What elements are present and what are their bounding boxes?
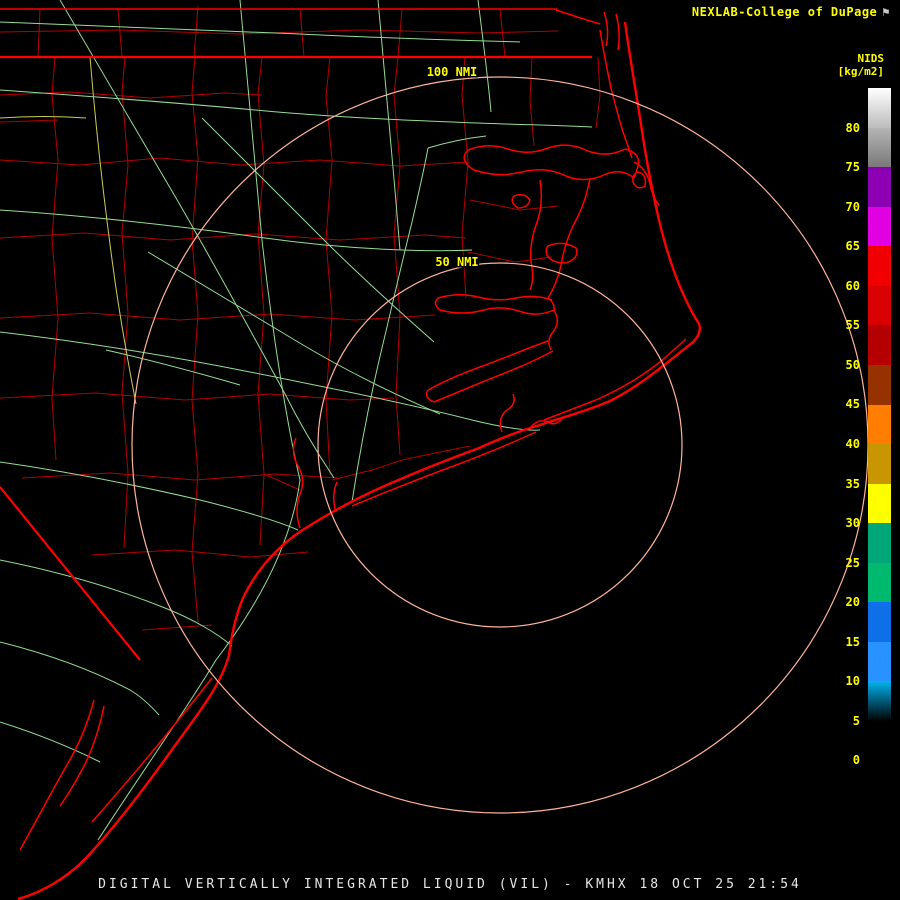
colorbar-tick-label: 5 [853, 714, 860, 728]
colorbar-tick-label: 80 [846, 121, 860, 135]
colorbar-segment [868, 523, 891, 563]
range-ring-label-50: 50 NMI [435, 255, 478, 269]
map-svg: 50 NMI 100 NMI [0, 0, 900, 900]
colorbar-tick-label: 15 [846, 635, 860, 649]
colorbar-tick-label: 60 [846, 279, 860, 293]
colorbar-title-block: NIDS [kg/m2] [838, 52, 884, 78]
colorbar-tick-label: 35 [846, 477, 860, 491]
colorbar-segment [868, 88, 891, 128]
attribution-text: NEXLAB-College of DuPage [692, 5, 877, 19]
colorbar-labels: 80757065605550454035302520151050 [826, 88, 860, 800]
colorbar [868, 88, 891, 800]
colorbar-segment [868, 642, 891, 682]
colorbar-segment [868, 484, 891, 524]
colorbar-tick-label: 25 [846, 556, 860, 570]
colorbar-tick-label: 55 [846, 318, 860, 332]
footer-caption: DIGITAL VERTICALLY INTEGRATED LIQUID (VI… [0, 877, 900, 892]
colorbar-segment [868, 444, 891, 484]
colorbar-segment [868, 128, 891, 168]
cod-flag-icon: ⚑ [882, 5, 890, 19]
range-ring-label-100: 100 NMI [427, 65, 478, 79]
range-ring-100nmi [132, 77, 868, 813]
colorbar-segment [868, 365, 891, 405]
colorbar-segment [868, 167, 891, 207]
product-units: [kg/m2] [838, 65, 884, 78]
colorbar-tick-label: 10 [846, 674, 860, 688]
colorbar-tick-label: 40 [846, 437, 860, 451]
colorbar-segment [868, 761, 891, 801]
colorbar-segment [868, 681, 891, 721]
colorbar-segment [868, 602, 891, 642]
colorbar-segment [868, 563, 891, 603]
colorbar-segment [868, 246, 891, 286]
colorbar-segment [868, 721, 891, 761]
colorbar-segment [868, 325, 891, 365]
radar-display: 50 NMI 100 NMI NEXLAB-College of DuPage … [0, 0, 900, 900]
colorbar-segment [868, 286, 891, 326]
colorbar-tick-label: 45 [846, 397, 860, 411]
attribution-bar: NEXLAB-College of DuPage ⚑ [692, 5, 890, 19]
roads-layer [0, 0, 592, 840]
colorbar-tick-label: 30 [846, 516, 860, 530]
colorbar-tick-label: 70 [846, 200, 860, 214]
colorbar-tick-label: 75 [846, 160, 860, 174]
county-boundaries-layer [0, 6, 600, 630]
product-title: NIDS [838, 52, 884, 65]
colorbar-segment [868, 405, 891, 445]
colorbar-segment [868, 207, 891, 247]
colorbar-tick-label: 50 [846, 358, 860, 372]
colorbar-tick-label: 0 [853, 753, 860, 767]
water-features-layer [20, 10, 686, 850]
colorbar-tick-label: 65 [846, 239, 860, 253]
range-ring-50nmi [318, 263, 682, 627]
state-borders-layer [0, 9, 592, 660]
colorbar-tick-label: 20 [846, 595, 860, 609]
